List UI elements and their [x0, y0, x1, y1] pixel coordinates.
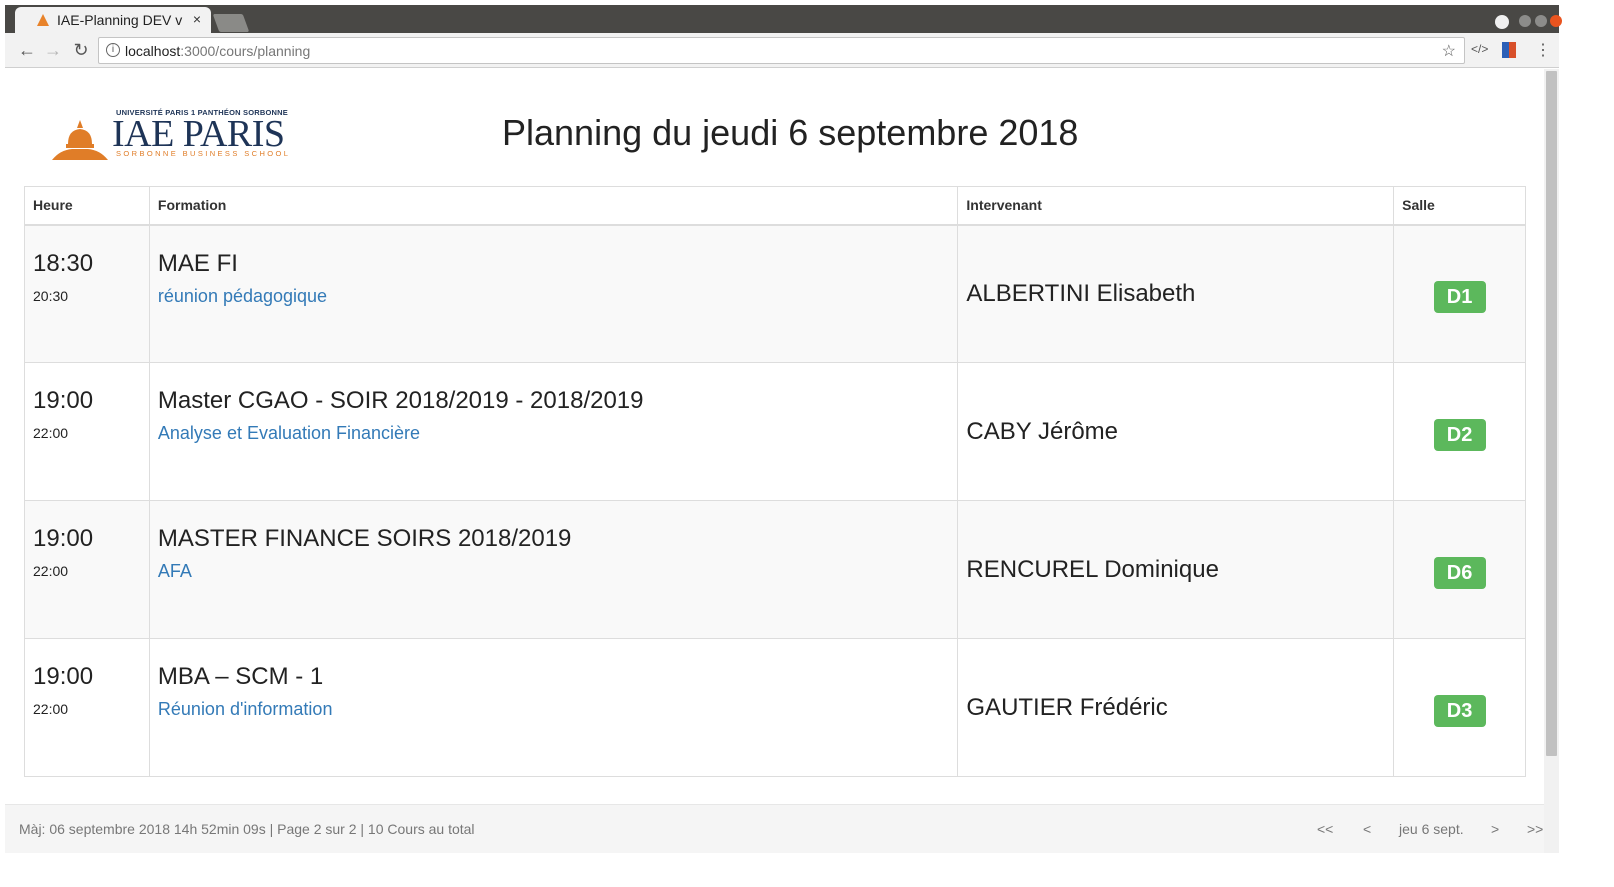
table-row: 19:00 22:00 Master CGAO - SOIR 2018/2019… — [24, 362, 1526, 501]
intervenant-cell: GAUTIER Frédéric — [957, 638, 1395, 777]
salle-cell: D6 — [1393, 500, 1526, 639]
course-link[interactable]: AFA — [158, 561, 949, 582]
new-tab-button[interactable] — [212, 14, 250, 32]
last-page-link[interactable]: >> — [1527, 821, 1543, 837]
maximize-icon[interactable] — [1535, 15, 1547, 27]
table-row: 19:00 22:00 MBA – SCM - 1 Réunion d'info… — [24, 638, 1526, 777]
room-badge: D2 — [1433, 418, 1486, 451]
time-cell: 18:30 20:30 — [24, 224, 150, 363]
footer-bar: Màj: 06 septembre 2018 14h 52min 09s | P… — [5, 804, 1544, 853]
header-intervenant: Intervenant — [957, 186, 1395, 226]
time-cell: 19:00 22:00 — [24, 638, 150, 777]
iae-favicon-icon — [37, 14, 49, 26]
forward-arrow-icon[interactable]: → — [43, 40, 63, 61]
room-badge: D1 — [1433, 280, 1486, 313]
back-arrow-icon[interactable]: ← — [17, 40, 37, 61]
current-date-link[interactable]: jeu 6 sept. — [1399, 821, 1464, 837]
next-page-link[interactable]: > — [1491, 821, 1499, 837]
course-link[interactable]: réunion pédagogique — [158, 286, 949, 307]
end-time: 20:30 — [33, 287, 69, 304]
window-close-icon[interactable] — [1550, 15, 1562, 27]
header-formation: Formation — [148, 186, 959, 226]
url-path: :3000/cours/planning — [180, 42, 311, 59]
url-host: localhost — [125, 42, 181, 59]
formation-cell: MASTER FINANCE SOIRS 2018/2019 AFA — [148, 500, 959, 639]
iae-paris-logo: UNIVERSITÉ PARIS 1 PANTHÉON SORBONNE IAE… — [50, 106, 300, 160]
formation-cell: Master CGAO - SOIR 2018/2019 - 2018/2019… — [148, 362, 959, 501]
start-time: 19:00 — [33, 663, 94, 690]
address-bar[interactable]: i localhost:3000/cours/planning ☆ — [98, 37, 1465, 64]
minimize-icon[interactable] — [1519, 15, 1531, 27]
logo-subtitle: SORBONNE BUSINESS SCHOOL — [116, 149, 291, 158]
devtools-icon[interactable]: </> — [1471, 42, 1488, 56]
start-time: 19:00 — [33, 387, 94, 414]
formation-cell: MAE FI réunion pédagogique — [148, 224, 959, 363]
end-time: 22:00 — [33, 425, 69, 441]
room-badge: D6 — [1433, 556, 1486, 589]
browser-tab[interactable]: IAE-Planning DEV v × — [15, 7, 211, 33]
planning-table: Heure Formation Intervenant Salle 18:30 … — [24, 186, 1526, 777]
pantheon-dome-icon — [52, 120, 108, 160]
reload-icon[interactable]: ↻ — [71, 40, 91, 61]
table-row: 18:30 20:30 MAE FI réunion pédagogique A… — [24, 224, 1526, 363]
profile-icon[interactable] — [1495, 15, 1509, 29]
formation-name: MBA – SCM - 1 — [157, 663, 324, 690]
start-time: 18:30 — [33, 249, 94, 277]
start-time: 19:00 — [33, 525, 94, 552]
browser-menu-icon[interactable]: ⋮ — [1535, 40, 1551, 60]
formation-cell: MBA – SCM - 1 Réunion d'information — [148, 638, 959, 777]
scrollbar-thumb[interactable] — [1546, 71, 1557, 756]
site-info-icon[interactable]: i — [106, 43, 120, 57]
course-link[interactable]: Réunion d'information — [158, 699, 949, 720]
salle-cell: D3 — [1393, 638, 1526, 777]
formation-name: MAE FI — [157, 249, 238, 277]
table-header-row: Heure Formation Intervenant Salle — [24, 186, 1526, 226]
intervenant-cell: ALBERTINI Elisabeth — [957, 224, 1395, 363]
browser-tab-bar: IAE-Planning DEV v × — [5, 5, 1562, 33]
end-time: 22:00 — [33, 701, 69, 717]
browser-toolbar: ← → ↻ i localhost:3000/cours/planning ☆ … — [5, 33, 1559, 68]
vertical-scrollbar[interactable] — [1544, 69, 1559, 853]
header-salle: Salle — [1393, 186, 1526, 226]
intervenant-cell: CABY Jérôme — [957, 362, 1395, 501]
formation-name: Master CGAO - SOIR 2018/2019 - 2018/2019 — [157, 387, 644, 414]
salle-cell: D2 — [1393, 362, 1526, 501]
tab-close-icon[interactable]: × — [193, 11, 201, 27]
table-row: 19:00 22:00 MASTER FINANCE SOIRS 2018/20… — [24, 500, 1526, 639]
page-title: Planning du jeudi 6 septembre 2018 — [502, 112, 1079, 153]
time-cell: 19:00 22:00 — [24, 500, 150, 639]
logo-brand: IAE PARIS — [112, 113, 285, 155]
salle-cell: D1 — [1393, 224, 1526, 363]
course-link[interactable]: Analyse et Evaluation Financière — [158, 423, 949, 444]
update-status: Màj: 06 septembre 2018 14h 52min 09s | P… — [19, 821, 475, 837]
room-badge: D3 — [1433, 694, 1486, 727]
time-cell: 19:00 22:00 — [24, 362, 150, 501]
end-time: 22:00 — [33, 563, 69, 579]
extension-icon[interactable] — [1502, 42, 1516, 58]
bookmark-star-icon[interactable]: ☆ — [1442, 41, 1456, 61]
formation-name: MASTER FINANCE SOIRS 2018/2019 — [157, 525, 572, 552]
first-page-link[interactable]: << — [1317, 821, 1333, 837]
header-heure: Heure — [24, 186, 150, 226]
tab-title: IAE-Planning DEV v — [57, 12, 183, 28]
page-viewport: UNIVERSITÉ PARIS 1 PANTHÉON SORBONNE IAE… — [5, 69, 1544, 853]
previous-page-link[interactable]: < — [1363, 821, 1371, 837]
intervenant-cell: RENCUREL Dominique — [957, 500, 1395, 639]
